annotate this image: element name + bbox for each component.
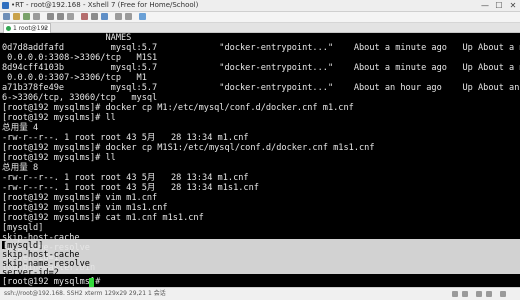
terminal-line: log-bin=master.bin xyxy=(2,263,96,273)
terminal-line: 总用量 8 xyxy=(2,163,39,173)
color-scheme-icon[interactable] xyxy=(81,13,88,20)
lock-icon[interactable] xyxy=(125,13,132,20)
terminal-line: skip-name-resolve xyxy=(2,243,90,253)
status-text: ssh://root@192.168. SSH2 xterm 129x29 29… xyxy=(4,290,166,297)
xftp-icon[interactable] xyxy=(101,13,108,20)
terminal-line: [root@192 mysqlms]# vim m1.cnf xyxy=(2,193,158,203)
caps-indicator-icon xyxy=(476,291,482,297)
terminal-line: -rw-r--r--. 1 root root 43 5月 28 13:34 m… xyxy=(2,173,249,183)
status-bar: ssh://root@192.168. SSH2 xterm 129x29 29… xyxy=(0,287,520,300)
copy-icon[interactable] xyxy=(47,13,54,20)
terminal-line: 总用量 4 xyxy=(2,123,39,133)
download-icon xyxy=(462,291,468,297)
open-folder-icon[interactable] xyxy=(13,13,20,20)
new-session-icon[interactable] xyxy=(3,13,10,20)
resize-grip-icon xyxy=(500,291,506,297)
terminal-line: 0.0.0.0:3308->3306/tcp M1S1 xyxy=(2,53,158,63)
terminal-line: [root@192 mysqlms]# vim m1s1.cnf xyxy=(2,203,168,213)
paste-icon[interactable] xyxy=(57,13,64,20)
terminal-line: [root@192 mysqlms]# docker cp M1S1:/etc/… xyxy=(2,143,375,153)
terminal-line: -rw-r--r--. 1 root root 43 5月 28 13:34 m… xyxy=(2,183,259,193)
find-icon[interactable] xyxy=(67,13,74,20)
terminal-line: [mysqld] xyxy=(2,223,44,233)
terminal-line: [root@192 mysqlms]# docker cp M1:/etc/my… xyxy=(2,103,354,113)
connection-status-icon xyxy=(6,26,11,31)
tab-session-1[interactable]: 1 root@192 × xyxy=(3,23,51,33)
minimize-button[interactable]: — xyxy=(478,0,492,11)
terminal-line: skip-host-cache xyxy=(2,233,80,243)
disconnect-icon[interactable] xyxy=(33,13,40,20)
tab-close-icon[interactable]: × xyxy=(43,24,48,33)
font-icon[interactable] xyxy=(91,13,98,20)
num-indicator-icon xyxy=(486,291,492,297)
terminal-line: [root@192 mysqlms]# ll xyxy=(2,153,116,163)
session-tab-bar: 1 root@192 × xyxy=(0,23,520,33)
title-bar: •RT - root@192.168 - Xshell 7 (Free for … xyxy=(0,0,520,12)
terminal-line: [root@192 mysqlms]# ll xyxy=(2,113,116,123)
terminal-cursor xyxy=(89,278,94,287)
toolbar xyxy=(0,12,520,23)
terminal-line: 0.0.0.0:3307->3306/tcp M1 xyxy=(2,73,147,83)
terminal-line: a71b378fe49e mysql:5.7 "docker-entrypoin… xyxy=(2,83,520,93)
help-icon[interactable] xyxy=(139,13,146,20)
maximize-button[interactable]: ☐ xyxy=(492,0,506,11)
terminal-output[interactable]: NAMES 0d7d8addfafd mysql:5.7 "docker-ent… xyxy=(0,33,520,287)
terminal-line: 0d7d8addfafd mysql:5.7 "docker-entrypoin… xyxy=(2,43,520,53)
terminal-line: -rw-r--r--. 1 root root 43 5月 28 13:34 m… xyxy=(2,133,249,143)
upload-icon xyxy=(452,291,458,297)
app-icon xyxy=(2,2,9,9)
selection-caret xyxy=(2,241,4,249)
terminal-line: server-id=1 xyxy=(2,253,59,263)
terminal-line: 8d94cff4103b mysql:5.7 "docker-entrypoin… xyxy=(2,63,520,73)
connect-icon[interactable] xyxy=(23,13,30,20)
close-button[interactable]: ✕ xyxy=(506,0,520,11)
terminal-line: 6->3306/tcp, 33060/tcp mysql xyxy=(2,93,158,103)
terminal-line: [root@192 mysqlms]# cat m1.cnf m1s1.cnf xyxy=(2,213,204,223)
fullscreen-icon[interactable] xyxy=(115,13,122,20)
window-title: •RT - root@192.168 - Xshell 7 (Free for … xyxy=(11,1,199,9)
terminal-line: NAMES xyxy=(2,33,132,43)
